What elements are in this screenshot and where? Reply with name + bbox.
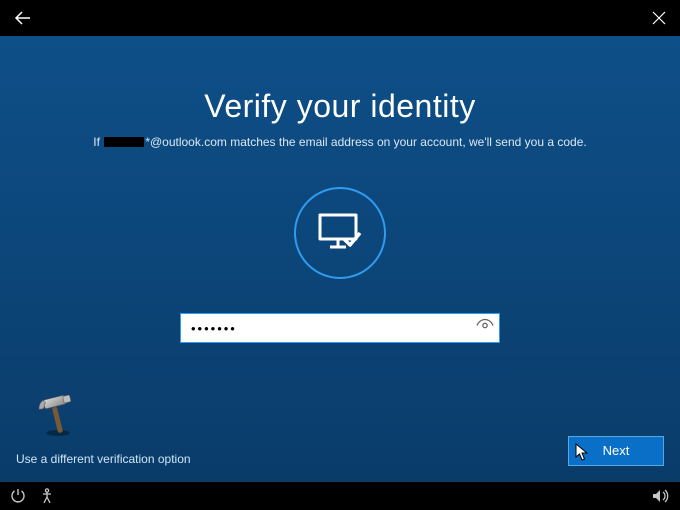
page-subtitle: If *@outlook.com matches the email addre… (93, 135, 586, 149)
email-domain: *@outlook.com (145, 135, 227, 149)
redacted-email-local (104, 137, 144, 147)
hero-icon-wrap (294, 187, 386, 279)
alt-verification-link[interactable]: Use a different verification option (16, 452, 191, 466)
page-title: Verify your identity (204, 88, 475, 125)
volume-icon[interactable] (652, 488, 670, 504)
status-right (652, 488, 670, 504)
status-bar (0, 482, 680, 510)
hero-circle (294, 187, 386, 279)
content-panel: Verify your identity If *@outlook.com ma… (0, 36, 680, 482)
password-reveal-icon[interactable] (476, 319, 494, 338)
power-icon[interactable] (10, 488, 26, 504)
verify-input[interactable] (180, 313, 500, 343)
hammer-icon (36, 393, 80, 442)
input-wrap (180, 313, 500, 343)
subtitle-prefix: If (93, 135, 103, 149)
monitor-check-icon (316, 211, 364, 255)
status-left (10, 488, 54, 504)
next-button[interactable]: Next (568, 436, 664, 466)
title-bar (0, 0, 680, 36)
back-button[interactable] (14, 9, 32, 27)
next-button-label: Next (603, 443, 630, 458)
cursor-icon (575, 443, 589, 461)
subtitle-suffix: matches the email address on your accoun… (227, 135, 587, 149)
accessibility-icon[interactable] (40, 488, 54, 504)
close-button[interactable] (652, 11, 666, 25)
